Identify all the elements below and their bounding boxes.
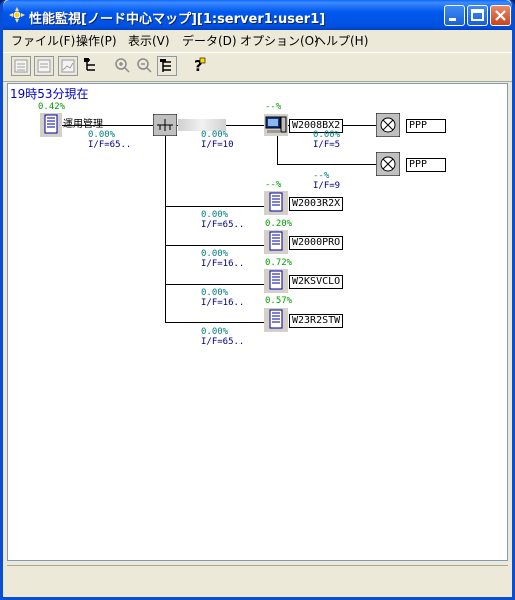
ppp-connection-icon[interactable] bbox=[376, 113, 400, 137]
link-interface: I/F=5 bbox=[313, 140, 341, 150]
node-label: W2003R2X bbox=[289, 197, 344, 211]
switch-icon[interactable] bbox=[153, 114, 177, 136]
tree-view-button[interactable] bbox=[157, 56, 177, 76]
link-interface: I/F=10 bbox=[201, 140, 234, 150]
window-title: 性能監視[ノード中心マップ][1:server1:user1] bbox=[29, 12, 326, 27]
menu-help[interactable]: ヘルプ(H) bbox=[314, 32, 368, 49]
server-node-icon[interactable] bbox=[264, 191, 288, 215]
tool-button-2[interactable] bbox=[34, 56, 54, 76]
link-line bbox=[277, 134, 278, 164]
menu-bar: ファイル(F) 操作(P) 表示(V) データ(D) オプション(O) ヘルプ(… bbox=[3, 30, 512, 49]
link-percent: 0.00% bbox=[201, 327, 229, 337]
center-node-percent: 0.42% bbox=[38, 102, 66, 112]
node-map-canvas: 19時53分現在 0.42% 運用管理 0.00% I/F=65.. 0.00%… bbox=[7, 83, 508, 561]
link-interface: I/F=9 bbox=[313, 181, 341, 191]
zoom-out-button[interactable] bbox=[135, 56, 155, 76]
tree-icon bbox=[160, 59, 171, 72]
doc-icon bbox=[14, 59, 28, 73]
server-icon[interactable] bbox=[264, 114, 288, 136]
toolbar: ? bbox=[3, 52, 512, 82]
tool-button-4[interactable] bbox=[82, 56, 102, 76]
menu-operation[interactable]: 操作(P) bbox=[76, 32, 117, 49]
link-line bbox=[277, 164, 376, 165]
chart-icon bbox=[61, 59, 75, 73]
close-icon bbox=[495, 10, 506, 21]
server-percent: --% bbox=[265, 102, 282, 112]
node-percent: 0.72% bbox=[265, 258, 293, 268]
menu-view[interactable]: 表示(V) bbox=[128, 32, 170, 49]
link-percent: --% bbox=[313, 171, 330, 181]
tool-button-3[interactable] bbox=[58, 56, 78, 76]
node-label: W23R2STW bbox=[289, 314, 344, 328]
link-line bbox=[165, 284, 266, 285]
link-interface: I/F=16.. bbox=[201, 259, 245, 269]
ppp-connection-icon[interactable] bbox=[376, 152, 400, 176]
node-percent: 0.20% bbox=[265, 219, 293, 229]
node-label: W2KSVCLO bbox=[289, 275, 344, 289]
minimize-button[interactable] bbox=[444, 5, 465, 26]
close-button[interactable] bbox=[490, 5, 511, 26]
link-interface: I/F=16.. bbox=[201, 298, 245, 308]
link-interface: I/F=65.. bbox=[88, 140, 132, 150]
link-line bbox=[165, 136, 166, 322]
timestamp: 19時53分現在 bbox=[10, 87, 89, 101]
menu-options[interactable]: オプション(O) bbox=[240, 32, 319, 49]
link-percent: 0.00% bbox=[201, 249, 229, 259]
menu-file[interactable]: ファイル(F) bbox=[11, 32, 75, 49]
link-line bbox=[165, 206, 266, 207]
link-line bbox=[165, 322, 266, 323]
link-line bbox=[165, 245, 266, 246]
link-interface: I/F=65.. bbox=[201, 220, 245, 230]
maximize-icon bbox=[471, 9, 484, 21]
link-percent: 0.00% bbox=[88, 130, 116, 140]
node-percent: --% bbox=[265, 180, 282, 190]
link-percent: 0.00% bbox=[201, 288, 229, 298]
ppp-label: PPP bbox=[406, 158, 446, 172]
minimize-icon bbox=[449, 18, 456, 21]
status-bar bbox=[7, 565, 508, 596]
zoom-out-icon bbox=[137, 58, 152, 73]
link-percent: 0.00% bbox=[201, 130, 229, 140]
server-node-icon[interactable] bbox=[264, 308, 288, 332]
server-node-icon[interactable] bbox=[40, 113, 62, 137]
maximize-button[interactable] bbox=[467, 5, 488, 26]
title-bar[interactable]: 性能監視[ノード中心マップ][1:server1:user1] bbox=[3, 0, 512, 30]
link-interface: I/F=65.. bbox=[201, 337, 245, 347]
ppp-label: PPP bbox=[406, 119, 446, 133]
zoom-in-button[interactable] bbox=[113, 56, 133, 76]
node-percent: 0.57% bbox=[265, 296, 293, 306]
link-percent: 0.00% bbox=[313, 130, 341, 140]
server-node-icon[interactable] bbox=[264, 230, 288, 254]
tool-button-1[interactable] bbox=[11, 56, 31, 76]
link-percent: 0.00% bbox=[201, 210, 229, 220]
server-node-icon[interactable] bbox=[264, 269, 288, 293]
node-label: W2000PRO bbox=[289, 236, 344, 250]
app-icon bbox=[9, 7, 25, 23]
zoom-in-icon bbox=[115, 58, 130, 73]
tree-icon bbox=[84, 58, 95, 71]
help-button[interactable]: ? bbox=[189, 56, 209, 76]
help-icon: ? bbox=[194, 57, 206, 75]
menu-data[interactable]: データ(D) bbox=[182, 32, 237, 49]
app-window: 性能監視[ノード中心マップ][1:server1:user1] ファイル(F) … bbox=[0, 0, 515, 600]
doc-icon bbox=[37, 59, 51, 73]
